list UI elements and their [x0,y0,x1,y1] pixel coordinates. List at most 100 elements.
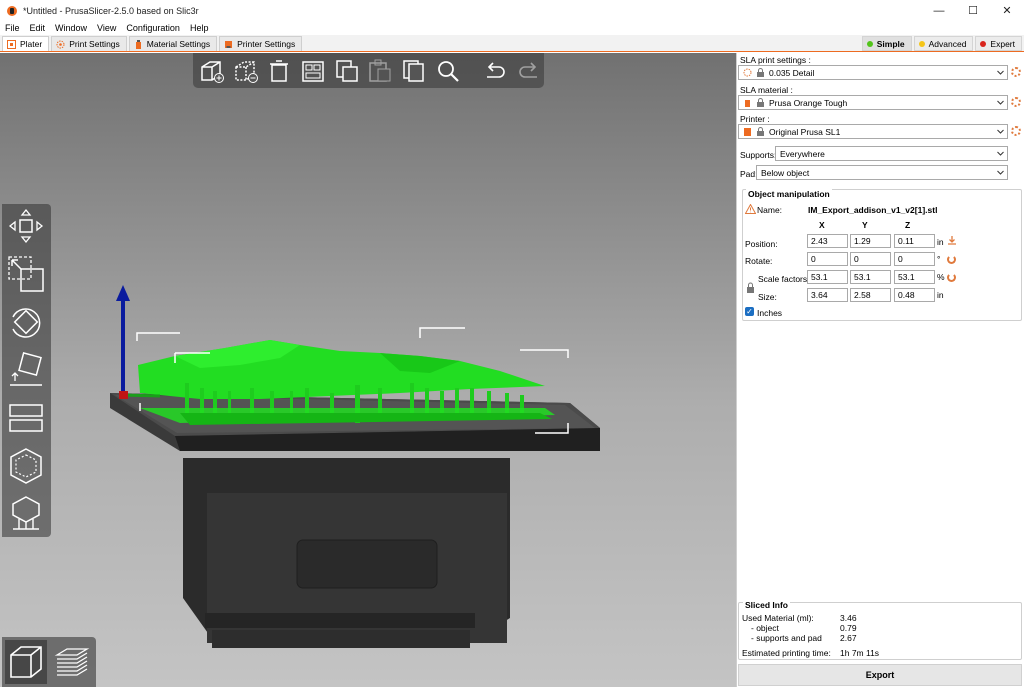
inches-label: Inches [757,308,783,318]
search-icon [437,60,459,82]
lock-icon[interactable] [746,282,755,293]
size-x-field[interactable]: 3.64 [807,288,848,302]
rotate-unit: ° [937,254,941,264]
lock-icon [756,98,765,107]
delete-all-button[interactable] [264,56,294,86]
delete-all-icon [270,59,289,82]
scale-z-field[interactable]: 53.1 [894,270,935,284]
plater-icon [7,39,16,49]
menu-help[interactable]: Help [185,23,214,33]
tab-material-settings[interactable]: Material Settings [128,36,218,51]
redo-icon [519,61,538,78]
tab-plater-label: Plater [20,39,43,49]
cut-button[interactable] [6,398,46,438]
object-manipulation-title: Object manipulation [746,189,832,199]
menu-bar: File Edit Window View Configuration Help [0,21,1024,35]
scene-canvas[interactable] [0,53,736,687]
scale-button[interactable] [6,254,46,294]
3d-view-button[interactable] [5,640,47,684]
size-z-field[interactable]: 0.48 [894,288,935,302]
redo-button[interactable] [514,56,544,86]
mode-advanced-label: Advanced [928,38,967,49]
menu-file[interactable]: File [0,23,25,33]
copy-button[interactable] [332,56,362,86]
drop-to-bed-icon[interactable] [947,235,957,245]
copy-icon [335,59,358,82]
paste-button[interactable] [366,56,396,86]
rotate-x-field[interactable]: 0 [807,252,848,266]
size-y-field[interactable]: 2.58 [850,288,891,302]
tab-plater[interactable]: Plater [2,36,50,51]
object-material-label: - object [751,623,779,633]
printer-combo[interactable]: Original Prusa SL1 [738,124,1008,139]
title-bar: *Untitled - PrusaSlicer-2.5.0 based on S… [0,0,1024,21]
menu-configuration[interactable]: Configuration [121,23,185,33]
place-on-face-icon [10,352,42,386]
search-button[interactable] [433,56,463,86]
support-points-button[interactable] [6,494,46,534]
move-button[interactable] [6,206,46,246]
position-x-field[interactable]: 2.43 [807,234,848,248]
col-z-header: Z [905,220,911,230]
supports-value: Everywhere [780,148,825,159]
supports-combo[interactable]: Everywhere [775,146,1008,161]
gear-icon [743,68,752,77]
rotate-z-field[interactable]: 0 [894,252,935,266]
hollow-button[interactable] [6,446,46,486]
warning-icon[interactable] [745,204,756,214]
chevron-down-icon [997,151,1004,156]
chevron-down-icon [997,170,1004,175]
place-on-face-button[interactable] [6,350,46,390]
edit-print-settings-icon[interactable] [1011,67,1021,77]
rotate-y-field[interactable]: 0 [850,252,891,266]
tab-material-settings-label: Material Settings [146,39,211,49]
rotate-label: Rotate: [745,256,773,266]
reset-scale-icon[interactable] [947,273,956,282]
menu-view[interactable]: View [92,23,121,33]
preview-button[interactable] [51,640,93,684]
undo-button[interactable] [481,56,511,86]
maximize-button[interactable]: ☐ [956,0,990,21]
delete-button[interactable] [231,56,261,86]
printer-label: Printer : [740,114,770,124]
top-toolbar [193,53,544,88]
instances-button[interactable] [399,56,429,86]
sla-material-combo[interactable]: Prusa Orange Tough [738,95,1008,110]
minimize-button[interactable]: — [922,0,956,21]
printer-value: Original Prusa SL1 [769,126,841,137]
edit-material-icon[interactable] [1011,97,1021,107]
pad-combo[interactable]: Below object [756,165,1008,180]
mode-advanced[interactable]: Advanced [913,36,974,51]
reset-rotation-icon[interactable] [947,255,956,264]
tab-print-settings[interactable]: Print Settings [51,36,127,51]
resin-bottle-icon [743,98,752,107]
add-button[interactable] [197,56,227,86]
position-y-field[interactable]: 1.29 [850,234,891,248]
arrange-button[interactable] [298,56,328,86]
sla-print-settings-combo[interactable]: 0.035 Detail [738,65,1008,80]
printer-body [183,458,510,648]
close-button[interactable]: ✕ [990,0,1024,21]
tab-printer-settings-label: Printer Settings [237,39,296,49]
export-button[interactable]: Export [738,664,1022,686]
3d-viewport[interactable] [0,53,736,687]
position-label: Position: [745,239,778,249]
menu-window[interactable]: Window [50,23,92,33]
position-unit: in [937,237,944,247]
mode-expert-label: Expert [990,38,1015,49]
position-z-field[interactable]: 0.11 [894,234,935,248]
scale-unit: % [937,272,945,282]
mode-expert[interactable]: Expert [975,36,1022,51]
menu-edit[interactable]: Edit [25,23,51,33]
pad-value: Below object [761,167,810,178]
scale-y-field[interactable]: 53.1 [850,270,891,284]
supports-material-value: 2.67 [840,633,857,643]
tab-printer-settings[interactable]: Printer Settings [219,36,303,51]
rotate-button[interactable] [6,302,46,342]
size-label: Size: [758,292,777,302]
inches-checkbox[interactable]: ✓ [745,307,754,316]
scale-x-field[interactable]: 53.1 [807,270,848,284]
name-label: Name: [757,205,783,215]
edit-printer-icon[interactable] [1011,126,1021,136]
mode-simple[interactable]: Simple [861,36,912,51]
